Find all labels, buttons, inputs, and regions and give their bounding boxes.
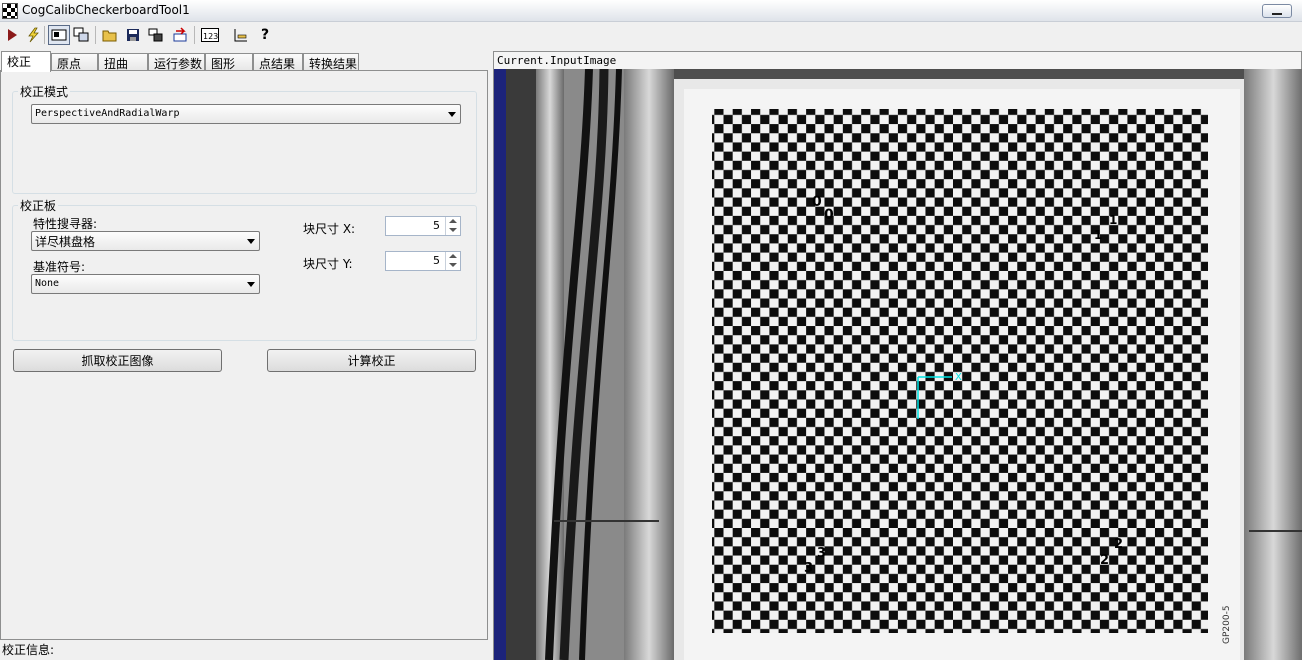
- chevron-down-icon: [448, 112, 456, 117]
- tab-transform-results[interactable]: 转换结果: [303, 53, 359, 71]
- calibration-image: 0 0 1 1 3 3 2 2 X GP200-5: [494, 69, 1302, 660]
- tab-calibration[interactable]: 校正: [1, 51, 51, 72]
- grab-calibration-image-button[interactable]: 抓取校正图像: [13, 349, 222, 372]
- board-mark-1b: 1: [1094, 228, 1102, 242]
- fiducial-value: None: [35, 278, 60, 289]
- feature-finder-select[interactable]: 详尽棋盘格: [31, 231, 260, 251]
- open-icon[interactable]: [100, 25, 120, 45]
- board-mark-1: 1: [1109, 213, 1117, 227]
- tab-point-results[interactable]: 点结果: [253, 53, 303, 71]
- tab-warp[interactable]: 扭曲: [98, 53, 148, 71]
- tool-icon[interactable]: [231, 25, 251, 45]
- window-icon[interactable]: [71, 25, 91, 45]
- calib-plate-title: 校正板: [18, 197, 59, 214]
- checkerboard-app-icon: [2, 3, 18, 19]
- spin-buttons[interactable]: [445, 252, 460, 270]
- feature-finder-label: 特性搜寻器:: [33, 217, 98, 231]
- electric-icon[interactable]: [23, 25, 43, 45]
- minimize-button[interactable]: [1262, 4, 1292, 18]
- tile-size-x-value: 5: [433, 219, 440, 232]
- tab-graphics[interactable]: 图形: [205, 53, 253, 71]
- board-mark-0: 0: [812, 194, 822, 210]
- board-mark-2: 2: [1114, 537, 1123, 552]
- fiducial-select[interactable]: None: [31, 274, 260, 294]
- origin-axis-x-label: X: [955, 372, 962, 383]
- fiducial-label: 基准符号:: [33, 260, 86, 274]
- svg-text:123: 123: [203, 32, 218, 41]
- tile-size-y-stepper[interactable]: 5: [385, 251, 461, 271]
- board-mark-0b: 0: [824, 207, 834, 223]
- reset-icon[interactable]: [170, 25, 190, 45]
- calibration-panel: 校正模式 PerspectiveAndRadialWarp 校正板 特性搜寻器:…: [0, 70, 488, 640]
- display-icon[interactable]: [48, 25, 70, 45]
- compute-calibration-button[interactable]: 计算校正: [267, 349, 476, 372]
- calib-mode-value: PerspectiveAndRadialWarp: [35, 108, 180, 119]
- image-display[interactable]: 0 0 1 1 3 3 2 2 X GP200-5: [493, 69, 1302, 660]
- tile-size-x-label: 块尺寸 X:: [303, 222, 356, 236]
- chevron-down-icon: [247, 239, 255, 244]
- board-mark-3b: 3: [804, 561, 813, 576]
- window-title: CogCalibCheckerboardTool1: [22, 3, 190, 17]
- board-code-label: GP200-5: [1222, 605, 1232, 644]
- save-icon[interactable]: [123, 25, 143, 45]
- tile-size-x-stepper[interactable]: 5: [385, 216, 461, 236]
- chevron-down-icon: [247, 282, 255, 287]
- tab-run-params[interactable]: 运行参数: [148, 53, 205, 71]
- board-mark-3: 3: [817, 546, 826, 561]
- toolbar: 123 ?: [0, 22, 1302, 48]
- tile-size-y-value: 5: [433, 254, 440, 267]
- tab-origin[interactable]: 原点: [51, 53, 98, 71]
- settings-icon[interactable]: [146, 25, 166, 45]
- calib-mode-title: 校正模式: [18, 83, 71, 100]
- run-icon[interactable]: [2, 25, 22, 45]
- feature-finder-value: 详尽棋盘格: [35, 235, 96, 249]
- board-mark-2b: 2: [1100, 553, 1109, 568]
- calibration-info-label: 校正信息:: [2, 643, 55, 657]
- help-icon[interactable]: ?: [255, 25, 275, 45]
- title-bar: CogCalibCheckerboardTool1: [0, 0, 1302, 22]
- tile-size-y-label: 块尺寸 Y:: [303, 257, 353, 271]
- calib-mode-select[interactable]: PerspectiveAndRadialWarp: [31, 104, 461, 124]
- image-title: Current.InputImage: [493, 51, 1302, 69]
- number-icon[interactable]: 123: [200, 25, 220, 45]
- spin-buttons[interactable]: [445, 217, 460, 235]
